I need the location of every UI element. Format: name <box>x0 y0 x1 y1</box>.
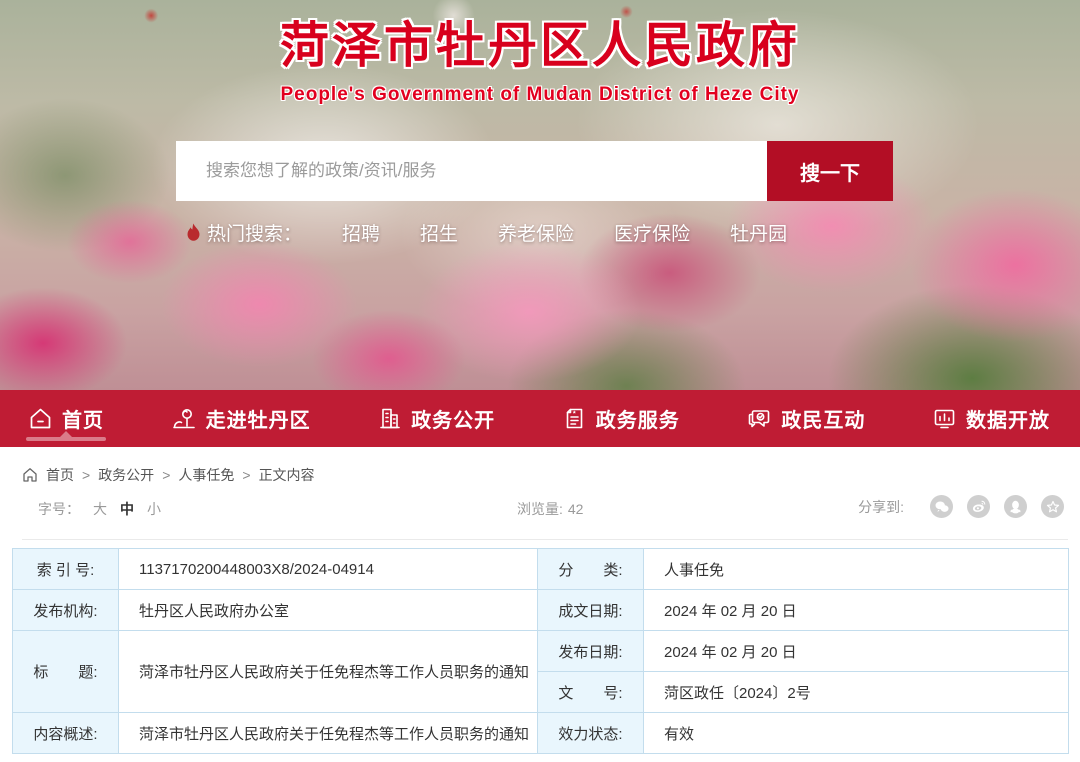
breadcrumb-separator: > <box>242 467 250 483</box>
qzone-share-icon[interactable] <box>1041 495 1064 518</box>
table-row: 索 引 号: 1137170200448003X8/2024-04914 分 类… <box>13 549 1069 590</box>
breadcrumb-separator: > <box>82 467 90 483</box>
breadcrumb-item-gov-disclosure[interactable]: 政务公开 <box>98 465 154 485</box>
site-title: 菏泽市牡丹区人民政府 <box>0 6 1080 77</box>
breadcrumb-item-article: 正文内容 <box>259 465 315 485</box>
table-row: 内容概述: 菏泽市牡丹区人民政府关于任免程杰等工作人员职务的通知 效力状态: 有… <box>13 713 1069 754</box>
search-input[interactable] <box>176 141 767 201</box>
summary-value: 菏泽市牡丹区人民政府关于任免程杰等工作人员职务的通知 <box>119 713 538 754</box>
nav-item-about-mudan[interactable]: 走进牡丹区 <box>171 390 311 447</box>
nav-item-gov-disclosure[interactable]: 政务公开 <box>377 390 495 447</box>
issuing-agency-value: 牡丹区人民政府办公室 <box>119 590 538 631</box>
share-bar: 分享到: <box>858 495 1064 518</box>
site-subtitle-english: People's Government of Mudan District of… <box>0 84 1080 106</box>
qq-share-icon[interactable] <box>1004 495 1027 518</box>
view-count-label: 浏览量: <box>517 501 563 517</box>
search-button[interactable]: 搜一下 <box>767 141 893 201</box>
font-size-small-button[interactable]: 小 <box>147 499 161 519</box>
data-icon <box>932 406 957 431</box>
breadcrumb: 首页 > 政务公开 > 人事任免 > 正文内容 <box>0 447 1080 485</box>
nav-item-label: 政民互动 <box>781 404 865 433</box>
hot-search-link-medical[interactable]: 医疗保险 <box>614 219 690 246</box>
hot-search-link-recruit[interactable]: 招聘 <box>342 219 380 246</box>
font-size-label: 字号： <box>38 499 80 519</box>
issuing-agency-label: 发布机构: <box>13 590 119 631</box>
hot-search-link-enrollment[interactable]: 招生 <box>420 219 458 246</box>
font-size-large-button[interactable]: 大 <box>93 499 107 519</box>
hot-search-link-pension[interactable]: 养老保险 <box>498 219 574 246</box>
written-date-label: 成文日期: <box>538 590 644 631</box>
font-size-control: 字号： 大 中 小 <box>38 499 161 519</box>
wechat-share-icon[interactable] <box>930 495 953 518</box>
written-date-value: 2024 年 02 月 20 日 <box>644 590 1069 631</box>
nav-item-label: 政务公开 <box>411 404 495 433</box>
table-row: 标 题: 菏泽市牡丹区人民政府关于任免程杰等工作人员职务的通知 发布日期: 20… <box>13 631 1069 672</box>
search-bar: 搜一下 <box>176 141 893 201</box>
section-divider <box>22 539 1068 540</box>
nav-item-label: 首页 <box>62 404 104 433</box>
nav-item-open-data[interactable]: 数据开放 <box>932 390 1050 447</box>
doc-number-label: 文 号: <box>538 672 644 713</box>
view-count: 浏览量: 42 <box>517 499 583 519</box>
doc-title-value: 菏泽市牡丹区人民政府关于任免程杰等工作人员职务的通知 <box>119 631 538 713</box>
doc-number-value: 菏区政任〔2024〕2号 <box>644 672 1069 713</box>
flame-icon <box>186 223 201 242</box>
index-number-value: 1137170200448003X8/2024-04914 <box>119 549 538 590</box>
doc-info-table: 索 引 号: 1137170200448003X8/2024-04914 分 类… <box>12 548 1069 754</box>
breadcrumb-separator: > <box>162 467 170 483</box>
document-icon <box>562 406 587 431</box>
building-icon <box>377 406 402 431</box>
summary-label: 内容概述: <box>13 713 119 754</box>
validity-label: 效力状态: <box>538 713 644 754</box>
font-size-medium-button[interactable]: 中 <box>120 499 134 519</box>
publish-date-label: 发布日期: <box>538 631 644 672</box>
page: 菏泽市牡丹区人民政府 People's Government of Mudan … <box>0 0 1080 762</box>
doc-title-label: 标 题: <box>13 631 119 713</box>
category-label: 分 类: <box>538 549 644 590</box>
nav-item-label: 走进牡丹区 <box>206 404 311 433</box>
breadcrumb-home-icon <box>22 467 38 483</box>
scenery-icon <box>171 406 197 432</box>
hot-search-row: 热门搜索： 招聘 招生 养老保险 医疗保险 牡丹园 <box>186 219 787 246</box>
breadcrumb-item-personnel[interactable]: 人事任免 <box>178 465 234 485</box>
validity-value: 有效 <box>644 713 1069 754</box>
nav-item-label: 政务服务 <box>596 404 680 433</box>
breadcrumb-item-home[interactable]: 首页 <box>46 465 74 485</box>
banner-photo: 菏泽市牡丹区人民政府 People's Government of Mudan … <box>0 0 1080 390</box>
nav-item-gov-services[interactable]: 政务服务 <box>562 390 680 447</box>
nav-item-home[interactable]: 首页 <box>28 390 104 447</box>
weibo-share-icon[interactable] <box>967 495 990 518</box>
home-icon <box>28 406 53 431</box>
nav-item-interaction[interactable]: 政民互动 <box>746 390 865 447</box>
article-meta-row: 字号： 大 中 小 浏览量: 42 分享到: <box>0 491 1080 527</box>
category-value: 人事任免 <box>644 549 1069 590</box>
table-row: 发布机构: 牡丹区人民政府办公室 成文日期: 2024 年 02 月 20 日 <box>13 590 1069 631</box>
main-nav: 首页 走进牡丹区 <box>0 390 1080 447</box>
hot-search-link-peony-garden[interactable]: 牡丹园 <box>730 219 787 246</box>
index-number-label: 索 引 号: <box>13 549 119 590</box>
publish-date-value: 2024 年 02 月 20 日 <box>644 631 1069 672</box>
view-count-value: 42 <box>568 501 584 517</box>
nav-item-label: 数据开放 <box>966 404 1050 433</box>
chat-icon <box>746 406 772 432</box>
share-label: 分享到: <box>858 497 904 517</box>
hot-search-label: 热门搜索： <box>207 219 302 246</box>
